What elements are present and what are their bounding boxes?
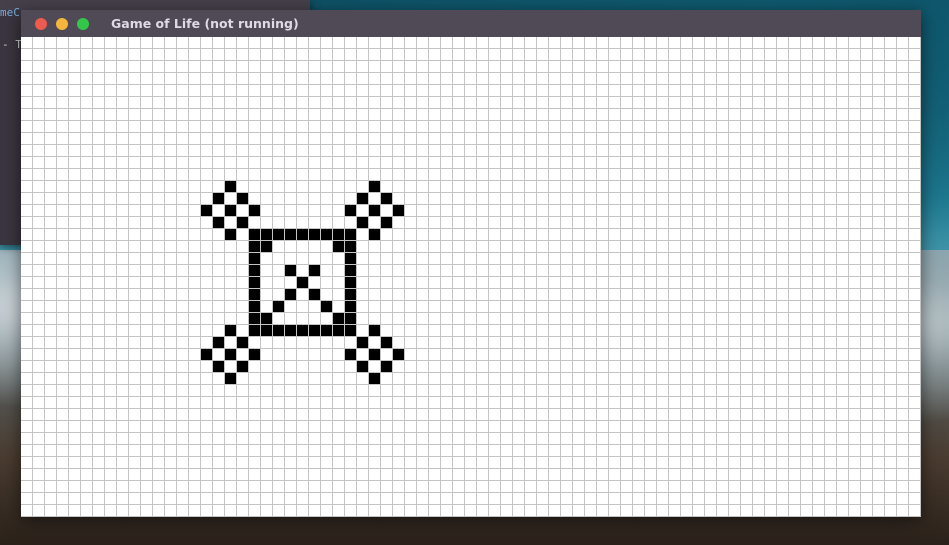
live-cell[interactable] — [249, 205, 260, 216]
live-cell[interactable] — [345, 301, 356, 312]
live-cell[interactable] — [297, 325, 308, 336]
live-cell[interactable] — [225, 373, 236, 384]
live-cell[interactable] — [321, 325, 332, 336]
live-cell[interactable] — [393, 205, 404, 216]
live-cell[interactable] — [369, 205, 380, 216]
background-window-titlebar[interactable] — [0, 0, 310, 10]
live-cell[interactable] — [381, 193, 392, 204]
live-cell[interactable] — [249, 229, 260, 240]
live-cell[interactable] — [297, 229, 308, 240]
live-cell[interactable] — [261, 229, 272, 240]
live-cell[interactable] — [381, 217, 392, 228]
life-grid[interactable] — [21, 37, 921, 517]
live-cell[interactable] — [285, 325, 296, 336]
live-cell[interactable] — [369, 373, 380, 384]
window-controls — [35, 17, 89, 30]
live-cell[interactable] — [369, 349, 380, 360]
live-cell[interactable] — [345, 241, 356, 252]
live-cell[interactable] — [345, 289, 356, 300]
live-cell[interactable] — [369, 229, 380, 240]
live-cell[interactable] — [237, 193, 248, 204]
live-cell[interactable] — [321, 301, 332, 312]
live-cell[interactable] — [381, 337, 392, 348]
live-cell[interactable] — [345, 325, 356, 336]
live-cell[interactable] — [261, 241, 272, 252]
live-cell[interactable] — [285, 229, 296, 240]
live-cell[interactable] — [237, 337, 248, 348]
live-cell[interactable] — [369, 181, 380, 192]
live-cell[interactable] — [249, 301, 260, 312]
live-cell[interactable] — [201, 349, 212, 360]
live-cell[interactable] — [273, 301, 284, 312]
live-cell[interactable] — [237, 361, 248, 372]
window-title: Game of Life (not running) — [111, 16, 299, 31]
live-cell[interactable] — [309, 325, 320, 336]
live-cell[interactable] — [285, 265, 296, 276]
live-cell[interactable] — [201, 205, 212, 216]
game-of-life-window: Game of Life (not running) — [21, 10, 921, 517]
live-cell[interactable] — [381, 361, 392, 372]
live-cell[interactable] — [249, 289, 260, 300]
live-cell[interactable] — [249, 265, 260, 276]
live-cell[interactable] — [345, 205, 356, 216]
live-cell[interactable] — [249, 277, 260, 288]
live-cell[interactable] — [261, 313, 272, 324]
background-window-text: - T — [2, 38, 22, 51]
live-cell[interactable] — [309, 289, 320, 300]
live-cell[interactable] — [237, 217, 248, 228]
live-cell[interactable] — [273, 229, 284, 240]
live-cell[interactable] — [261, 325, 272, 336]
live-cell[interactable] — [225, 325, 236, 336]
maximize-icon[interactable] — [77, 17, 89, 30]
live-cell[interactable] — [225, 181, 236, 192]
live-cell[interactable] — [225, 349, 236, 360]
live-cell[interactable] — [225, 229, 236, 240]
live-cell[interactable] — [333, 229, 344, 240]
live-cell[interactable] — [225, 205, 236, 216]
live-cell[interactable] — [357, 217, 368, 228]
live-cell[interactable] — [273, 325, 284, 336]
background-window-text: meC — [0, 6, 20, 19]
live-cell[interactable] — [213, 361, 224, 372]
close-icon[interactable] — [35, 17, 47, 30]
live-cell[interactable] — [285, 289, 296, 300]
window-titlebar[interactable]: Game of Life (not running) — [21, 10, 921, 37]
live-cell[interactable] — [345, 313, 356, 324]
live-cell[interactable] — [297, 277, 308, 288]
live-cell[interactable] — [213, 193, 224, 204]
live-cell[interactable] — [357, 361, 368, 372]
live-cell[interactable] — [213, 337, 224, 348]
live-cell[interactable] — [249, 313, 260, 324]
live-cell[interactable] — [345, 349, 356, 360]
live-cell[interactable] — [333, 241, 344, 252]
live-cell[interactable] — [249, 325, 260, 336]
live-cell[interactable] — [393, 349, 404, 360]
live-cell[interactable] — [345, 229, 356, 240]
live-cell[interactable] — [249, 253, 260, 264]
live-cell[interactable] — [249, 349, 260, 360]
live-cell[interactable] — [345, 277, 356, 288]
live-cell[interactable] — [213, 217, 224, 228]
minimize-icon[interactable] — [56, 17, 68, 30]
live-cell[interactable] — [333, 313, 344, 324]
live-cell[interactable] — [345, 253, 356, 264]
live-cell[interactable] — [309, 229, 320, 240]
live-cell[interactable] — [333, 325, 344, 336]
live-cell[interactable] — [249, 241, 260, 252]
live-cell[interactable] — [345, 265, 356, 276]
live-cell[interactable] — [321, 229, 332, 240]
live-cell[interactable] — [357, 193, 368, 204]
live-cell[interactable] — [309, 265, 320, 276]
live-cell[interactable] — [369, 325, 380, 336]
live-cell[interactable] — [357, 337, 368, 348]
